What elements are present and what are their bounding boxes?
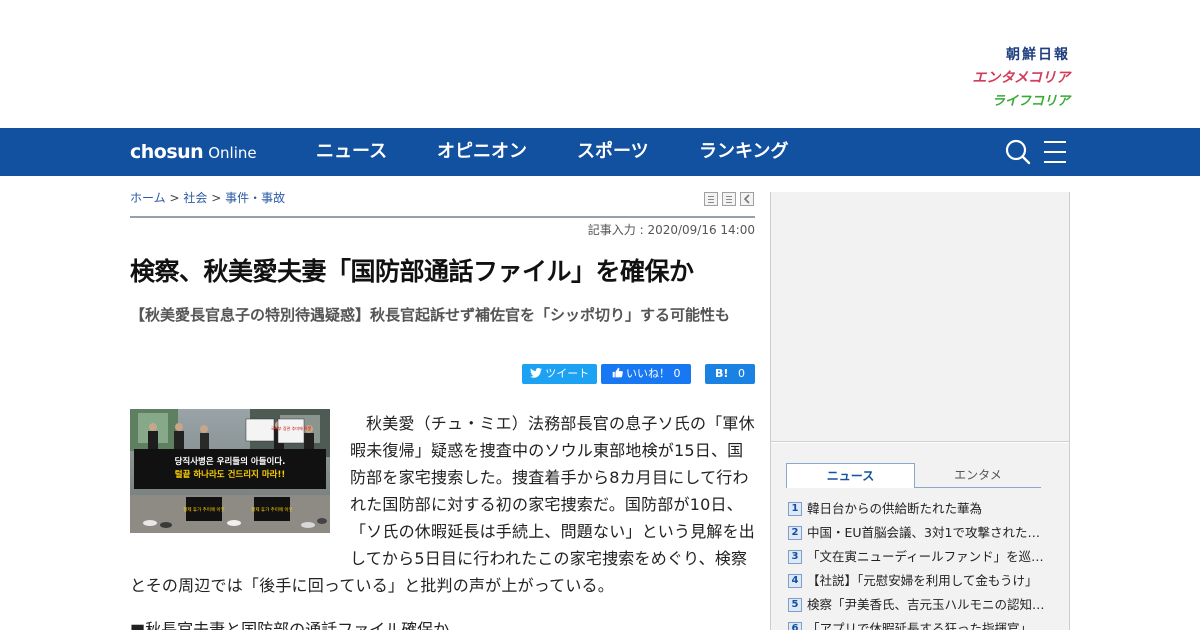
breadcrumb-separator: > xyxy=(169,191,180,205)
advertisement-slot xyxy=(771,192,1069,442)
logo-wordmark: chosun xyxy=(130,141,204,163)
breadcrumb-section[interactable]: 社会 xyxy=(183,191,207,205)
rank-title: 中国・EU首脳会議、3対1で攻撃された中国 xyxy=(807,525,1047,540)
hamburger-menu-icon[interactable] xyxy=(1042,139,1068,165)
photo-float-spacer xyxy=(130,410,350,546)
tab-news[interactable]: ニュース xyxy=(786,463,915,488)
sidebar: ニュース エンタメ 1 韓日台からの供給断たれた華為 2 中国・EU首脳会議、3… xyxy=(770,192,1070,630)
tab-entame[interactable]: エンタメ xyxy=(915,463,1041,488)
nav-news[interactable]: ニュース xyxy=(316,140,387,164)
rank-title: 検察「尹美香氏、吉元玉ハルモニの認知症を利用」 xyxy=(807,597,1047,612)
rank-title: 「文在寅ニューディールファンド」を巡る疑問 xyxy=(807,549,1047,564)
breadcrumb: ホーム > 社会 > 事件・事故 xyxy=(130,189,285,207)
ranking-list: 1 韓日台からの供給断たれた華為 2 中国・EU首脳会議、3対1で攻撃された中国… xyxy=(786,497,1056,630)
article-date: 記事入力 : 2020/09/16 14:00 xyxy=(587,223,755,237)
tweet-button[interactable]: ツイート xyxy=(522,364,597,384)
facebook-like-button[interactable]: いいね！ 0 xyxy=(601,364,691,384)
top-header: 朝鮮日報 エンタメコリア ライフコリア xyxy=(0,0,1200,128)
rank-number: 4 xyxy=(788,574,802,588)
brand-links: 朝鮮日報 エンタメコリア ライフコリア xyxy=(930,44,1070,113)
rank-number: 2 xyxy=(788,526,802,540)
ranking-item[interactable]: 2 中国・EU首脳会議、3対1で攻撃された中国 xyxy=(786,521,1056,545)
life-korea-link[interactable]: ライフコリア xyxy=(930,90,1070,113)
ranking-item[interactable]: 5 検察「尹美香氏、吉元玉ハルモニの認知症を利用」 xyxy=(786,593,1056,617)
rank-title: 「アプリで休暇延長する狂った指揮官」 xyxy=(807,621,1033,630)
hatena-bookmark-button[interactable]: B! 0 xyxy=(705,364,755,384)
rank-number: 6 xyxy=(788,622,802,630)
article-headline: 検察、秋美愛夫妻「国防部通話ファイル」を確保か xyxy=(130,257,694,286)
breadcrumb-home[interactable]: ホーム xyxy=(130,191,166,205)
thumbs-up-icon xyxy=(612,367,623,378)
breadcrumb-separator: > xyxy=(211,191,222,205)
ranking-item[interactable]: 3 「文在寅ニューディールファンド」を巡る疑問 xyxy=(786,545,1056,569)
hatena-label: B! xyxy=(715,367,729,380)
ranking-item[interactable]: 4 【社説】「元慰安婦を利用して金もうけ」 xyxy=(786,569,1056,593)
like-label: いいね！ xyxy=(626,367,670,380)
tweet-label: ツイート xyxy=(545,367,590,380)
title-divider xyxy=(130,216,755,218)
entame-korea-link[interactable]: エンタメコリア xyxy=(930,67,1070,90)
nav-sports[interactable]: スポーツ xyxy=(577,140,649,164)
ranking-item[interactable]: 6 「アプリで休暇延長する狂った指揮官」 xyxy=(786,617,1056,630)
rank-number: 3 xyxy=(788,550,802,564)
article-subhead: 【秋美愛長官息子の特別待遇疑惑】秋長官起訴せず補佐官を「シッポ切り」する可能性も xyxy=(130,306,731,324)
chosun-ilbo-link[interactable]: 朝鮮日報 xyxy=(930,44,1070,67)
rank-number: 1 xyxy=(788,502,802,516)
rank-title: 【社説】「元慰安婦を利用して金もうけ」 xyxy=(807,573,1038,588)
print-icon[interactable] xyxy=(704,192,718,206)
rank-title: 韓日台からの供給断たれた華為 xyxy=(807,501,983,516)
rank-number: 5 xyxy=(788,598,802,612)
article-body: 秋美愛（チュ・ミエ）法務部長官の息子ソ氏の「軍休暇未復帰」疑惑を捜査中のソウル東… xyxy=(130,410,755,599)
ranking-panel: ニュース エンタメ 1 韓日台からの供給断たれた華為 2 中国・EU首脳会議、3… xyxy=(771,443,1069,630)
nav-ranking[interactable]: ランキング xyxy=(699,140,788,164)
text-size-icon[interactable] xyxy=(722,192,736,206)
ranking-item[interactable]: 1 韓日台からの供給断たれた華為 xyxy=(786,497,1056,521)
logo-suffix: Online xyxy=(208,144,257,162)
hatena-count: 0 xyxy=(737,367,745,380)
back-arrow-icon[interactable] xyxy=(740,192,754,206)
breadcrumb-subsection[interactable]: 事件・事故 xyxy=(225,191,285,205)
like-count: 0 xyxy=(673,367,681,380)
search-icon[interactable] xyxy=(1004,138,1032,166)
chosun-online-logo[interactable]: chosun Online xyxy=(130,140,257,165)
article-section-heading: ■秋長官夫妻と国防部の通話ファイル確保か xyxy=(130,620,450,630)
twitter-bird-icon xyxy=(529,368,542,378)
nav-opinion[interactable]: オピニオン xyxy=(437,140,527,164)
